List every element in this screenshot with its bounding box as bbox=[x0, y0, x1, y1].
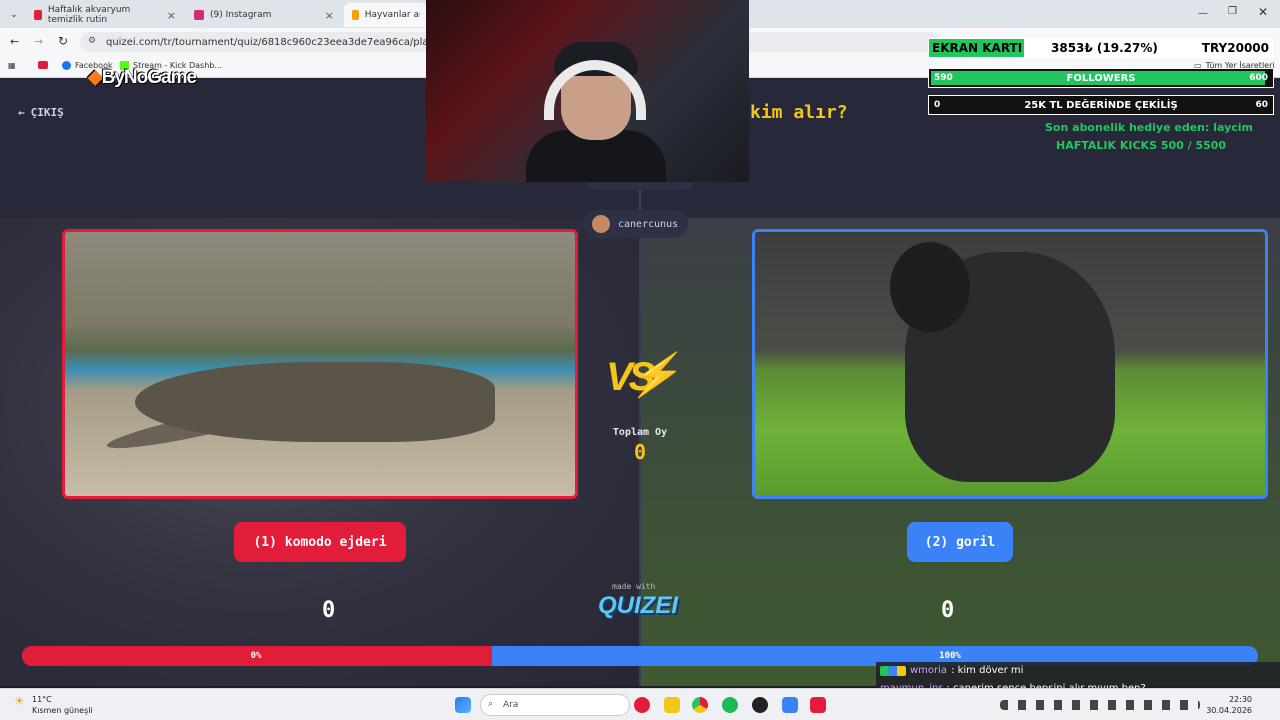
left-percent-label: 0% bbox=[250, 651, 262, 661]
back-icon[interactable]: ← bbox=[10, 35, 19, 48]
right-score: 0 bbox=[941, 598, 955, 623]
system-tray-icons[interactable] bbox=[1000, 700, 1200, 710]
gpu-goal-bar: EKRAN KARTI 3853₺ (19.27%) TRY20000 bbox=[928, 38, 1274, 58]
badge-icons bbox=[880, 665, 906, 676]
avatar bbox=[592, 215, 610, 233]
weekly-kicks-text: HAFTALIK KICKS 500 / 5500 bbox=[1056, 139, 1227, 152]
app-icon[interactable] bbox=[810, 697, 826, 713]
total-votes-label: Toplam Oy bbox=[612, 427, 668, 438]
made-with-label: made with bbox=[612, 582, 656, 591]
followers-goal-bar: 590 FOLLOWERS 600 bbox=[928, 68, 1274, 88]
raffle-goal-bar: 0 25K TL DEĞERİNDE ÇEKİLİŞ 60 bbox=[928, 95, 1274, 115]
close-icon[interactable]: × bbox=[167, 9, 176, 22]
vote-right-button[interactable]: (2) goril bbox=[907, 522, 1013, 562]
gpu-goal-label: EKRAN KARTI bbox=[929, 39, 1024, 57]
quizei-favicon-icon bbox=[352, 10, 359, 20]
reload-icon[interactable]: ↻ bbox=[58, 34, 68, 48]
tab-instagram[interactable]: (9) Instagram × bbox=[186, 3, 342, 27]
chat-text: : kim döver mi bbox=[951, 665, 1024, 676]
minimize-icon[interactable]: — bbox=[1198, 8, 1208, 19]
tab-aquarium[interactable]: Haftalık akvaryum temizlik rutin × bbox=[26, 3, 184, 27]
forward-icon[interactable]: → bbox=[34, 35, 43, 48]
gpu-goal-progress: 3853₺ (19.27%) bbox=[1051, 41, 1158, 55]
restore-icon[interactable]: ❐ bbox=[1228, 6, 1237, 17]
taskbar: ☀ 11°C Kısmen güneşli ⌕ Ara 22:30 30.04.… bbox=[0, 688, 1280, 720]
left-score: 0 bbox=[322, 598, 336, 623]
option-card-right[interactable] bbox=[752, 229, 1268, 499]
facebook-icon bbox=[62, 61, 71, 70]
gpu-goal-target: TRY20000 bbox=[1201, 41, 1269, 55]
chevron-down-icon: ⌄ bbox=[10, 10, 18, 20]
windows-start-icon[interactable] bbox=[455, 697, 471, 713]
media-app-icon[interactable] bbox=[634, 697, 650, 713]
bynogame-logo: ◆ByNoGame bbox=[88, 67, 197, 88]
arrow-left-icon: ← bbox=[18, 106, 25, 119]
tab-list-button[interactable]: ⌄ bbox=[6, 3, 22, 27]
youtube-icon bbox=[34, 10, 42, 20]
question-text: kim alır? bbox=[750, 102, 848, 123]
clock[interactable]: 22:30 30.04.2026 bbox=[1206, 694, 1252, 716]
site-info-icon[interactable]: ⚙ bbox=[88, 36, 96, 46]
sun-cloud-icon: ☀ bbox=[14, 694, 25, 708]
apps-icon[interactable]: ▦ bbox=[8, 61, 16, 70]
webcam-overlay bbox=[426, 0, 749, 182]
gorilla-head bbox=[890, 242, 970, 332]
file-explorer-icon[interactable] bbox=[664, 697, 680, 713]
close-icon[interactable]: × bbox=[325, 9, 334, 22]
close-window-icon[interactable]: ✕ bbox=[1258, 5, 1268, 19]
weather-widget[interactable]: ☀ 11°C Kısmen güneşli bbox=[14, 694, 93, 716]
spotify-icon[interactable] bbox=[722, 697, 738, 713]
exit-button[interactable]: ← ÇIKIŞ bbox=[18, 106, 64, 119]
taskbar-search[interactable]: ⌕ Ara bbox=[480, 694, 630, 716]
quizei-logo[interactable]: QUIZEI bbox=[598, 592, 678, 620]
user-chip: canercunus bbox=[584, 210, 689, 238]
option-card-left[interactable] bbox=[62, 229, 578, 499]
chrome-icon[interactable] bbox=[692, 697, 708, 713]
lightning-icon: ⚡ bbox=[628, 351, 680, 398]
obs-icon[interactable] bbox=[752, 697, 768, 713]
youtube-bookmark-icon[interactable] bbox=[38, 61, 48, 69]
versus-logo: VS ⚡ bbox=[606, 351, 680, 399]
settings-icon[interactable] bbox=[782, 697, 798, 713]
chat-username[interactable]: wmoria bbox=[910, 665, 947, 676]
search-icon: ⌕ bbox=[488, 699, 494, 709]
total-votes-value: 0 bbox=[633, 440, 647, 464]
komodo-body bbox=[135, 362, 495, 442]
instagram-icon bbox=[194, 10, 204, 20]
sub-gift-text: Son abonelik hediye eden: laycim bbox=[1045, 121, 1254, 134]
flame-icon: ◆ bbox=[88, 67, 103, 88]
right-percent-label: 100% bbox=[939, 651, 961, 661]
vote-left-button[interactable]: (1) komodo ejderi bbox=[234, 522, 406, 562]
tab-quiz[interactable]: Hayvanlar arasınd bbox=[344, 3, 428, 27]
chat-message: wmoria : kim döver mi bbox=[880, 665, 1023, 676]
